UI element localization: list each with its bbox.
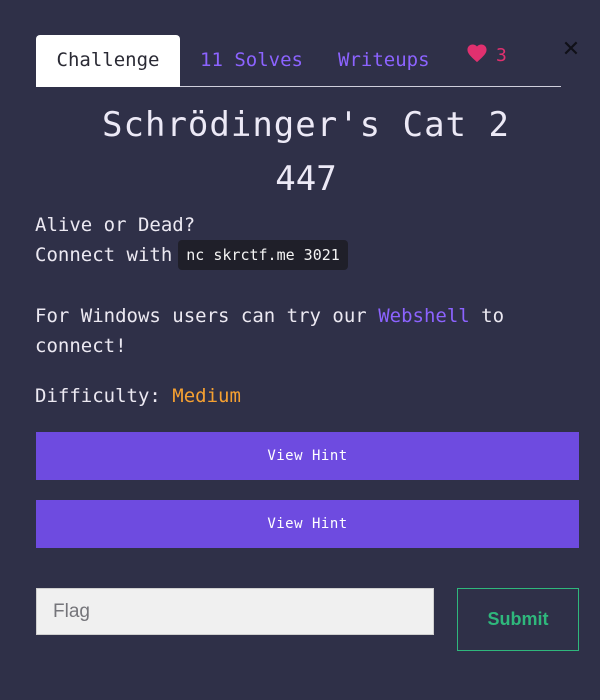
flag-input[interactable] — [36, 588, 434, 635]
connect-end-line: connect! — [35, 335, 127, 357]
view-hint-button[interactable]: View Hint — [36, 500, 579, 548]
difficulty-line: Difficulty: Medium — [35, 381, 241, 411]
connect-command: nc skrctf.me 3021 — [178, 240, 348, 270]
like-count: 3 — [496, 45, 507, 66]
difficulty-value: Medium — [172, 385, 241, 407]
challenge-points: 447 — [275, 159, 337, 199]
tab-solves[interactable]: 11 Solves — [200, 35, 303, 87]
like-button[interactable]: 3 — [466, 41, 507, 71]
heart-icon — [467, 44, 487, 63]
view-hint-button[interactable]: View Hint — [36, 432, 579, 480]
tab-challenge[interactable]: Challenge — [36, 35, 180, 87]
difficulty-label: Difficulty: — [35, 385, 161, 407]
submit-button[interactable]: Submit — [457, 588, 579, 651]
webshell-link[interactable]: Webshell — [378, 305, 470, 327]
description-line: Alive or Dead? — [35, 214, 196, 236]
challenge-title: Schrödinger's Cat 2 — [102, 105, 510, 145]
windows-suffix: to — [481, 305, 505, 327]
windows-line: For Windows users can try our Webshell t… — [35, 301, 504, 331]
challenge-modal: ✕ Challenge 11 Solves Writeups 3 Schrödi… — [0, 0, 600, 700]
challenge-tabs: Challenge 11 Solves Writeups 3 — [36, 35, 561, 87]
connect-line: Connect with nc skrctf.me 3021 — [35, 240, 348, 270]
tab-writeups[interactable]: Writeups — [338, 35, 430, 87]
close-icon[interactable]: ✕ — [560, 38, 582, 62]
windows-text: For Windows users can try our — [35, 305, 367, 327]
connect-label: Connect with — [35, 244, 173, 266]
